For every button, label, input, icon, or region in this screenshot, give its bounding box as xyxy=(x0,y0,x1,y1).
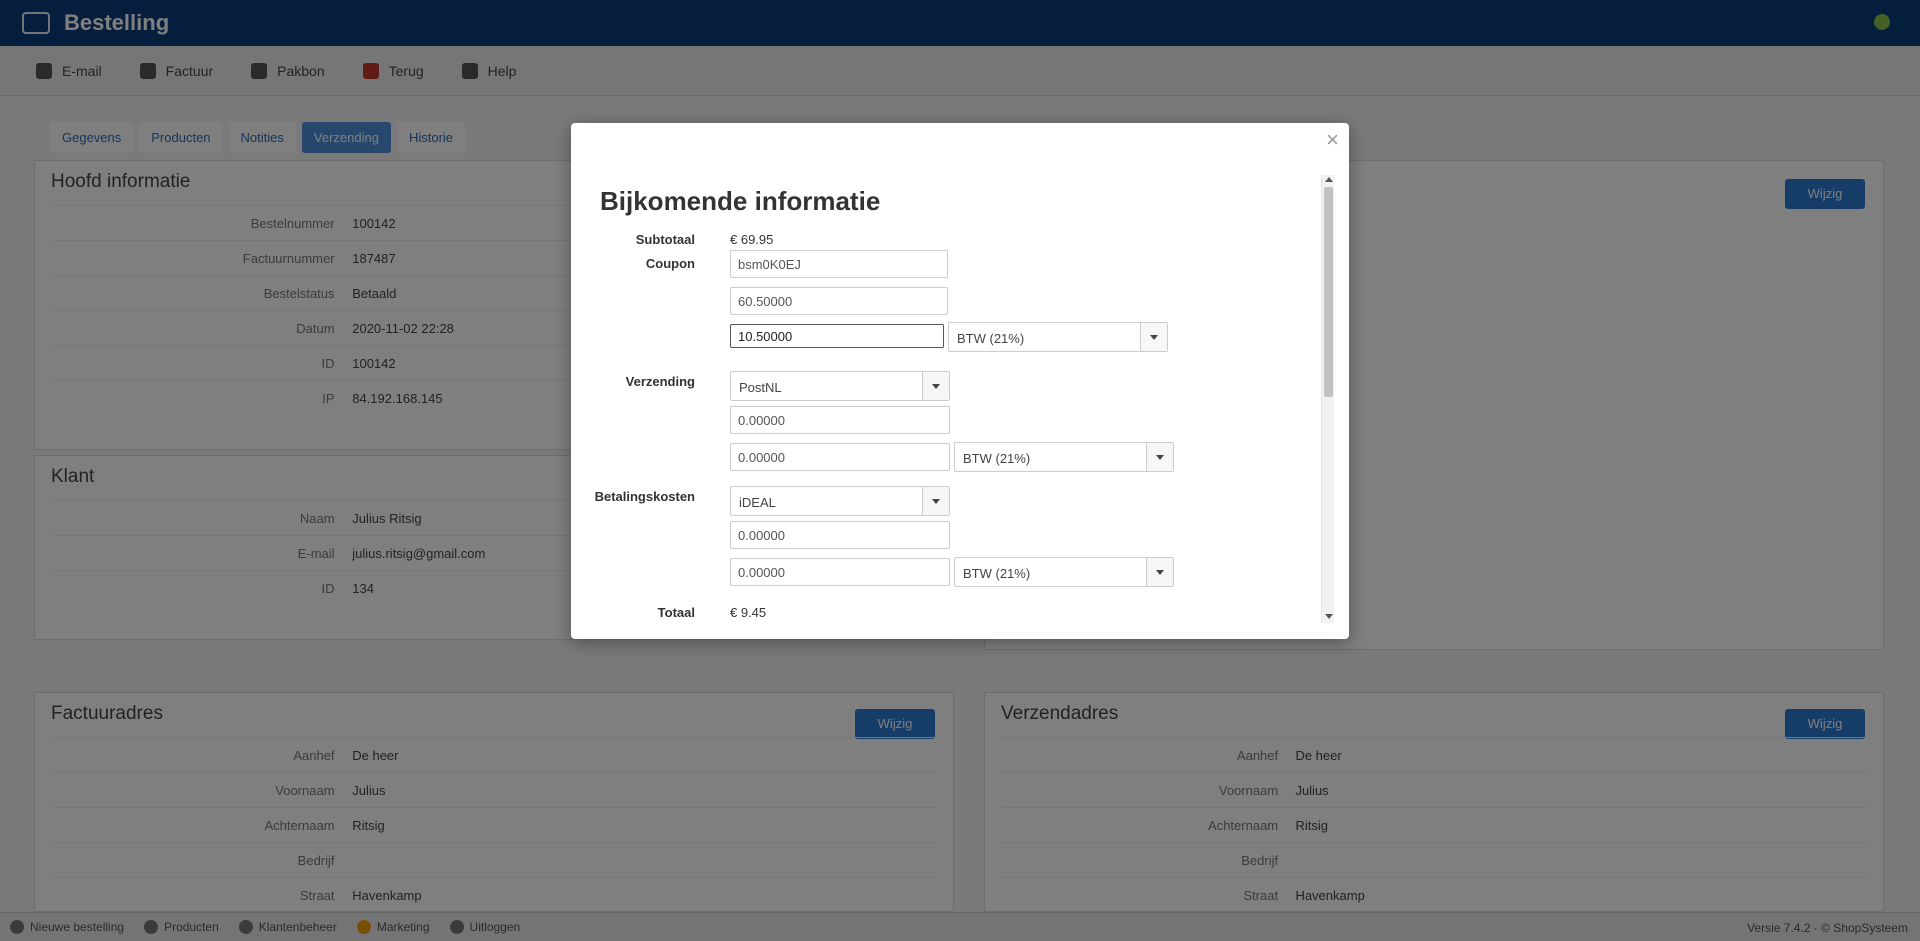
coupon-label: Coupon xyxy=(645,256,695,271)
payment-tax-select[interactable]: BTW (21%) xyxy=(954,557,1174,587)
shipping-tax-select[interactable]: BTW (21%) xyxy=(954,442,1174,472)
shipping-method-select[interactable]: PostNL xyxy=(730,371,950,401)
shipping-label: Verzending xyxy=(625,374,695,389)
chevron-down-icon xyxy=(1156,455,1164,460)
total-value: € 9.45 xyxy=(730,605,767,620)
chevron-down-icon xyxy=(1150,335,1158,340)
subtotal-value: € 69.95 xyxy=(730,232,774,247)
scroll-up-icon[interactable] xyxy=(1325,177,1333,182)
payment-amount-input[interactable] xyxy=(730,521,950,549)
payment-method-select[interactable]: iDEAL xyxy=(730,486,950,516)
dropdown-toggle[interactable] xyxy=(922,372,949,400)
payment-method-value: iDEAL xyxy=(739,495,776,510)
coupon-code-input[interactable] xyxy=(730,250,948,278)
payment-tax-select-value: BTW (21%) xyxy=(963,566,1031,581)
additional-info-modal: × Bijkomende informatie Subtotaal € 69.9… xyxy=(571,123,1349,639)
shipping-tax-select-value: BTW (21%) xyxy=(963,451,1031,466)
dropdown-toggle[interactable] xyxy=(922,487,949,515)
shipping-method-value: PostNL xyxy=(739,380,782,395)
shipping-tax-amount-input[interactable] xyxy=(730,443,950,471)
coupon-tax-amount-input[interactable] xyxy=(730,324,944,348)
chevron-down-icon xyxy=(932,384,940,389)
modal-title: Bijkomende informatie xyxy=(600,186,881,216)
subtotal-label: Subtotaal xyxy=(635,232,695,247)
coupon-tax-select-value: BTW (21%) xyxy=(957,331,1025,346)
dropdown-toggle[interactable] xyxy=(1146,443,1173,471)
close-icon[interactable]: × xyxy=(1326,129,1339,151)
dropdown-toggle[interactable] xyxy=(1140,323,1167,351)
modal-scrollbar[interactable] xyxy=(1321,175,1334,623)
scroll-down-icon[interactable] xyxy=(1325,614,1333,619)
total-label: Totaal xyxy=(657,605,695,620)
modal-body: Bijkomende informatie Subtotaal € 69.95 … xyxy=(571,153,1329,625)
coupon-amount-input[interactable] xyxy=(730,287,948,315)
scrollbar-thumb[interactable] xyxy=(1324,187,1333,397)
payment-costs-label: Betalingskosten xyxy=(594,489,695,504)
chevron-down-icon xyxy=(932,499,940,504)
coupon-tax-select[interactable]: BTW (21%) xyxy=(948,322,1168,352)
dropdown-toggle[interactable] xyxy=(1146,558,1173,586)
shipping-amount-input[interactable] xyxy=(730,406,950,434)
chevron-down-icon xyxy=(1156,570,1164,575)
payment-tax-amount-input[interactable] xyxy=(730,558,950,586)
